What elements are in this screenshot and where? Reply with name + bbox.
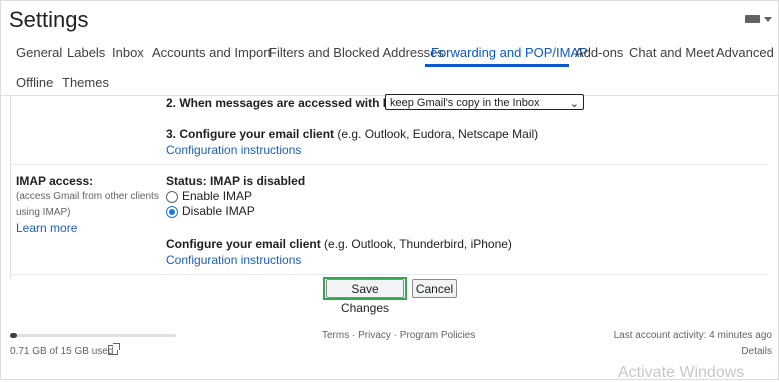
tab-forwarding-pop-imap[interactable]: Forwarding and POP/IMAP [431, 45, 588, 60]
disable-imap-label[interactable]: Disable IMAP [182, 204, 255, 218]
tab-general[interactable]: General [16, 45, 62, 60]
section-divider [10, 164, 767, 165]
tab-labels[interactable]: Labels [67, 45, 105, 60]
details-link[interactable]: Details [741, 346, 772, 357]
keyboard-icon[interactable] [745, 15, 760, 23]
tab-offline[interactable]: Offline [16, 75, 53, 90]
storage-progress-fill [10, 333, 17, 338]
imap-learn-more-link[interactable]: Learn more [16, 221, 77, 235]
page-title: Settings [9, 7, 89, 32]
imap-configuration-link[interactable]: Configuration instructions [166, 253, 301, 267]
pop-access-select[interactable]: keep Gmail's copy in the Inbox ⌄ [385, 94, 584, 110]
footer-links[interactable]: Terms · Privacy · Program Policies [322, 330, 475, 341]
section-divider [10, 274, 767, 275]
tab-chat-and-meet[interactable]: Chat and Meet [629, 45, 714, 60]
storage-text: 0.71 GB of 15 GB used [10, 346, 114, 357]
tab-accounts-and-import[interactable]: Accounts and Import [152, 45, 271, 60]
imap-section-label: IMAP access: [16, 174, 94, 188]
tab-advanced[interactable]: Advanced [716, 45, 774, 60]
imap-desc-line1: (access Gmail from other clients [16, 191, 159, 202]
imap-status: Status: IMAP is disabled [166, 174, 306, 188]
save-changes-button[interactable]: Save Changes [326, 279, 404, 315]
enable-imap-label[interactable]: Enable IMAP [182, 189, 252, 203]
disable-imap-radio[interactable] [166, 206, 178, 218]
enable-imap-radio[interactable] [166, 191, 178, 203]
section-left-border [10, 96, 11, 278]
cancel-button[interactable]: Cancel [412, 279, 457, 298]
tab-inbox[interactable]: Inbox [112, 45, 144, 60]
imap-desc-line2: using IMAP) [16, 207, 71, 218]
pop-configuration-link[interactable]: Configuration instructions [166, 143, 301, 157]
tab-themes[interactable]: Themes [62, 75, 109, 90]
caret-down-icon[interactable] [764, 17, 772, 22]
last-activity: Last account activity: 4 minutes ago [613, 330, 772, 341]
pop-step3-label: 3. Configure your email client [166, 127, 335, 141]
imap-configure-label: Configure your email client [166, 237, 321, 251]
pop-step3-hint: (e.g. Outlook, Eudora, Netscape Mail) [334, 127, 539, 141]
activate-windows-watermark: Activate Windows [618, 364, 745, 381]
imap-configure: Configure your email client (e.g. Outloo… [166, 237, 512, 251]
storage-progress-track [10, 334, 176, 337]
pop-access-select-value: keep Gmail's copy in the Inbox [390, 97, 540, 109]
pop-step2-label: 2. When messages are accessed with POP [166, 96, 409, 110]
active-tab-underline [425, 64, 569, 67]
pop-step3: 3. Configure your email client (e.g. Out… [166, 127, 538, 141]
tab-add-ons[interactable]: Add-ons [575, 45, 623, 60]
chevron-down-icon: ⌄ [569, 98, 579, 110]
external-link-icon[interactable] [108, 343, 120, 355]
imap-configure-hint: (e.g. Outlook, Thunderbird, iPhone) [320, 237, 512, 251]
tab-filters-and-blocked[interactable]: Filters and Blocked Addresses [269, 45, 444, 60]
